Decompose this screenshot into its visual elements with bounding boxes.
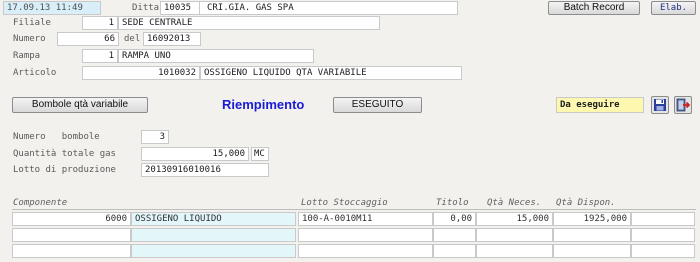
ditta-field[interactable]: 10035 CRI.GIA. GAS SPA <box>160 1 458 15</box>
table-row[interactable]: 6000 OSSIGENO LIQUIDO 100-A-0010M11 0,00… <box>0 212 700 226</box>
cell-code[interactable] <box>12 244 131 258</box>
save-icon[interactable] <box>651 96 669 114</box>
rampa-label: Rampa <box>13 51 41 61</box>
field-divider <box>198 2 200 14</box>
cell-dispon[interactable]: 1925,000 <box>553 212 631 226</box>
filiale-label: Filiale <box>13 18 51 28</box>
cell-dispon[interactable] <box>553 228 631 242</box>
del-label: del <box>124 34 141 44</box>
col-componente: Componente <box>13 198 68 208</box>
lotto-label: Lotto di produzione <box>13 165 116 175</box>
numero-label: Numero <box>13 34 46 44</box>
batch-record-button[interactable]: Batch Record <box>548 1 640 15</box>
datetime-field: 17.09.13 11:49 <box>3 1 101 15</box>
articolo-label: Articolo <box>13 68 57 78</box>
eseguito-button[interactable]: ESEGUITO <box>333 97 422 113</box>
ditta-name: CRI.GIA. GAS SPA <box>206 3 294 13</box>
cell-lotto[interactable]: 100-A-0010M11 <box>298 212 433 226</box>
cell-titolo[interactable]: 0,00 <box>433 212 476 226</box>
exit-icon[interactable] <box>674 96 692 114</box>
articolo-desc-field: OSSIGENO LIQUIDO QTA VARIABILE <box>200 66 462 80</box>
cell-titolo[interactable] <box>433 228 476 242</box>
col-qta-dispon: Qtà Dispon. <box>556 198 616 208</box>
cell-code[interactable]: 6000 <box>12 212 131 226</box>
cell-dispon[interactable] <box>553 244 631 258</box>
col-lotto-stoccaggio: Lotto Stoccaggio <box>301 198 388 208</box>
grid-header-divider <box>12 209 696 210</box>
numero-bombole-label: Numero bombole <box>13 131 100 143</box>
cell-extra[interactable] <box>631 228 695 242</box>
quantita-unit: MC <box>251 147 269 161</box>
cell-neces[interactable]: 15,000 <box>476 212 553 226</box>
cell-extra[interactable] <box>631 244 695 258</box>
cell-name <box>131 228 296 242</box>
filiale-code-field[interactable]: 1 <box>82 16 118 30</box>
bombole-qta-variabile-button[interactable]: Bombole qtà variabile <box>12 97 148 113</box>
quantita-field[interactable]: 15,000 <box>141 147 249 161</box>
cell-lotto[interactable] <box>298 244 433 258</box>
numero-bombole-field[interactable]: 3 <box>141 130 169 144</box>
cell-lotto[interactable] <box>298 228 433 242</box>
rampa-code-field[interactable]: 1 <box>82 49 118 63</box>
del-field[interactable]: 16092013 <box>143 32 201 46</box>
table-row[interactable] <box>0 244 700 258</box>
rampa-name-field: RAMPA UNO <box>118 49 314 63</box>
ditta-code: 10035 <box>164 3 192 13</box>
numero-field[interactable]: 66 <box>57 32 119 46</box>
col-titolo: Titolo <box>436 198 469 208</box>
status-badge: Da eseguire <box>556 97 644 113</box>
cell-neces[interactable] <box>476 244 553 258</box>
cell-name <box>131 244 296 258</box>
elab-button[interactable]: Elab. <box>651 1 696 15</box>
cell-titolo[interactable] <box>433 244 476 258</box>
ditta-label: Ditta <box>132 3 160 13</box>
page-title: Riempimento <box>222 97 305 112</box>
table-row[interactable] <box>0 228 700 242</box>
cell-name: OSSIGENO LIQUIDO <box>131 212 296 226</box>
cell-extra[interactable] <box>631 212 695 226</box>
quantita-label: Quantità totale gas <box>13 149 116 159</box>
numero-bombole-label-text: Numero bombole <box>13 132 100 142</box>
cell-code[interactable] <box>12 228 131 242</box>
articolo-code-field[interactable]: 1010032 <box>82 66 200 80</box>
col-qta-neces: Qtà Neces. <box>487 198 542 208</box>
screen: 17.09.13 11:49 Ditta 10035 CRI.GIA. GAS … <box>0 0 700 262</box>
cell-neces[interactable] <box>476 228 553 242</box>
filiale-name-field: SEDE CENTRALE <box>118 16 380 30</box>
lotto-field[interactable]: 20130916010016 <box>141 163 269 177</box>
